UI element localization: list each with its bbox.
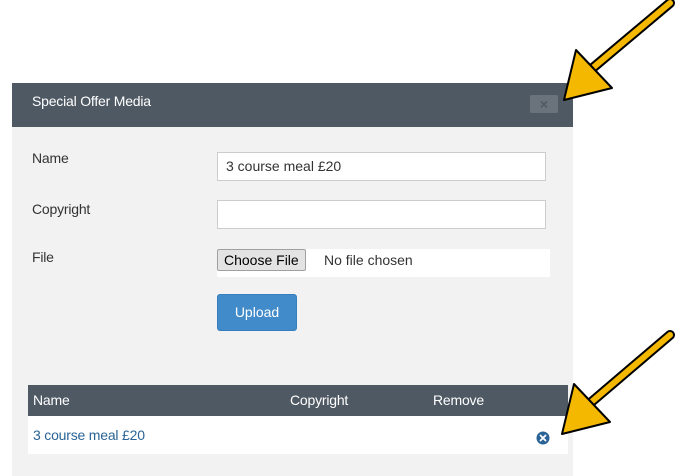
copyright-field[interactable]: [217, 200, 546, 229]
column-header-copyright: Copyright: [290, 392, 349, 408]
column-header-name: Name: [33, 392, 70, 408]
dialog-header: Special Offer Media ×: [12, 83, 573, 127]
special-offer-media-dialog: Special Offer Media × Name 3 course meal…: [12, 83, 573, 476]
table-row: 3 course meal £20: [28, 416, 568, 454]
file-input: Choose File No file chosen: [217, 249, 550, 277]
table-header: Name Copyright Remove: [28, 385, 568, 416]
media-table: Name Copyright Remove 3 course meal £20: [28, 385, 568, 454]
copyright-label: Copyright: [32, 201, 91, 217]
upload-button[interactable]: Upload: [217, 294, 297, 331]
choose-file-button[interactable]: Choose File: [217, 249, 306, 271]
no-file-text: No file chosen: [324, 252, 413, 268]
file-label: File: [32, 249, 54, 265]
media-name-link[interactable]: 3 course meal £20: [33, 427, 145, 443]
arrow-annotation-remove: [561, 330, 675, 435]
name-field[interactable]: 3 course meal £20: [217, 152, 546, 181]
arrow-annotation-close: [563, 0, 675, 101]
dialog-title: Special Offer Media: [32, 93, 151, 109]
column-header-remove: Remove: [433, 392, 484, 408]
name-label: Name: [32, 150, 69, 166]
